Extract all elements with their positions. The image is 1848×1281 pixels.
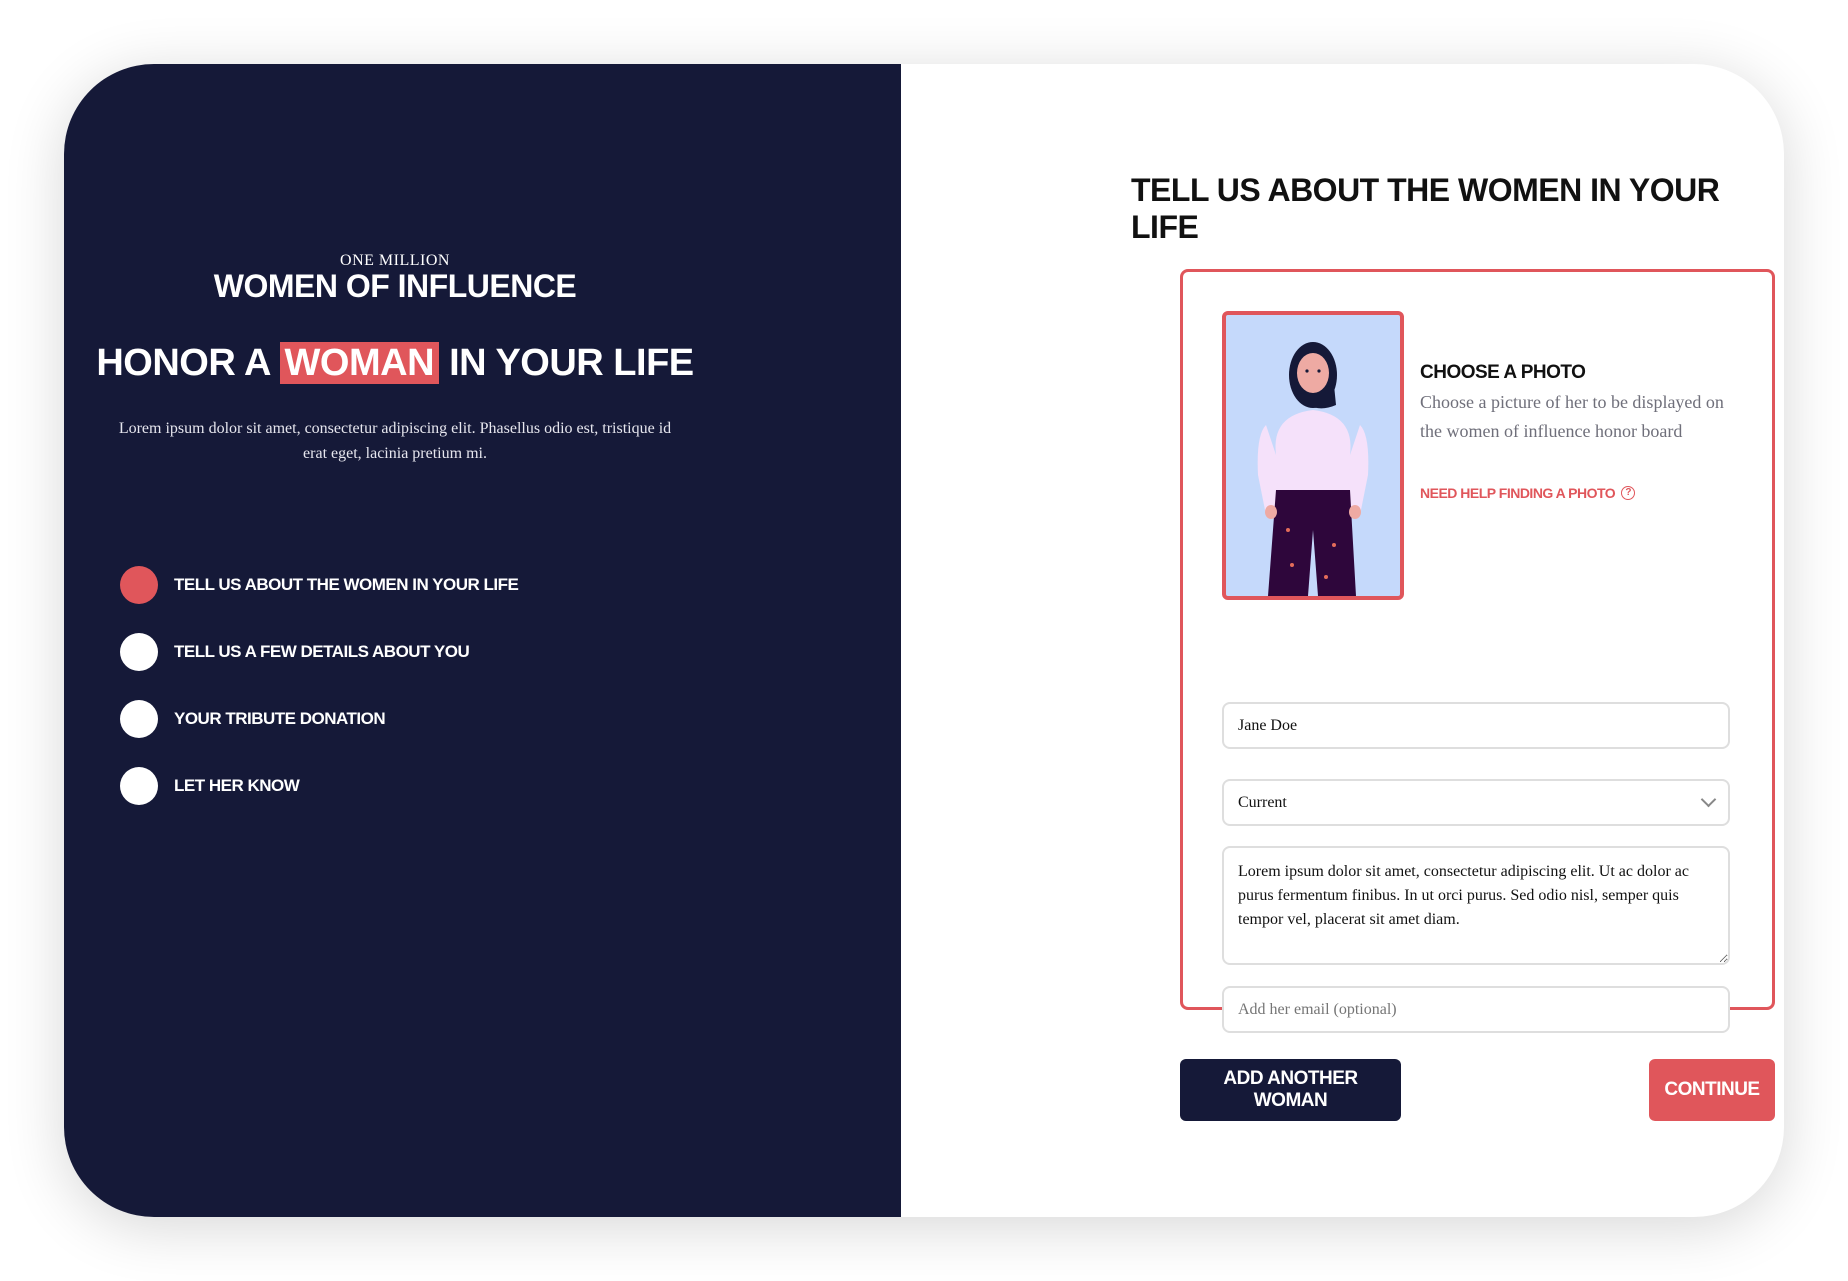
status-select-value: Current xyxy=(1238,793,1287,811)
step-label: LET HER KNOW xyxy=(174,776,300,795)
main-panel: TELL US ABOUT THE WOMEN IN YOUR LIFE CHO… xyxy=(901,64,1784,1217)
step-indicator-active xyxy=(120,566,158,604)
photo-title: CHOOSE A PHOTO xyxy=(1420,362,1586,383)
step-indicator xyxy=(120,767,158,805)
chevron-down-icon xyxy=(1700,791,1717,808)
page-title: TELL US ABOUT THE WOMEN IN YOUR LIFE xyxy=(1131,172,1720,245)
hero-highlight: WOMAN xyxy=(279,342,440,384)
status-select[interactable]: Current xyxy=(1222,779,1730,826)
step-label: TELL US ABOUT THE WOMEN IN YOUR LIFE xyxy=(174,575,519,594)
step-indicator xyxy=(120,700,158,738)
photo-help-link[interactable]: NEED HELP FINDING A PHOTO? xyxy=(1420,485,1636,501)
sidebar-panel: ONE MILLION WOMEN OF INFLUENCE HONOR A W… xyxy=(64,64,901,1217)
step-item-2[interactable]: TELL US A FEW DETAILS ABOUT YOU xyxy=(120,633,518,671)
step-label: YOUR TRIBUTE DONATION xyxy=(174,709,386,728)
step-label: TELL US A FEW DETAILS ABOUT YOU xyxy=(174,642,470,661)
question-circle-icon: ? xyxy=(1621,486,1636,500)
photo-picker[interactable] xyxy=(1222,311,1404,600)
intro-text: Lorem ipsum dolor sit amet, consectetur … xyxy=(118,420,672,462)
email-input[interactable] xyxy=(1222,986,1730,1033)
step-item-3[interactable]: YOUR TRIBUTE DONATION xyxy=(120,700,518,738)
continue-button[interactable]: CONTINUE xyxy=(1649,1059,1775,1121)
app-card: ONE MILLION WOMEN OF INFLUENCE HONOR A W… xyxy=(64,64,1784,1217)
add-another-woman-button[interactable]: ADD ANOTHER WOMAN xyxy=(1180,1059,1401,1121)
name-input[interactable] xyxy=(1222,702,1730,749)
step-item-1[interactable]: TELL US ABOUT THE WOMEN IN YOUR LIFE xyxy=(120,566,519,604)
woman-form: CHOOSE A PHOTO Choose a picture of her t… xyxy=(1180,269,1775,1033)
photo-help-label: NEED HELP FINDING A PHOTO xyxy=(1420,485,1616,501)
brand-logo: WOMEN OF INFLUENCE xyxy=(213,268,577,304)
hero-before: HONOR A xyxy=(96,342,270,384)
story-textarea[interactable]: Lorem ipsum dolor sit amet, consectetur … xyxy=(1222,846,1730,965)
hero-heading: HONOR A WOMAN IN YOUR LIFE xyxy=(64,342,726,385)
woman-illustration-icon xyxy=(1257,342,1369,596)
step-list: TELL US ABOUT THE WOMEN IN YOUR LIFE TEL… xyxy=(120,566,519,834)
hero-after: IN YOUR LIFE xyxy=(449,342,694,384)
photo-description: Choose a picture of her to be displayed … xyxy=(1420,392,1724,441)
step-indicator xyxy=(120,633,158,671)
step-item-4[interactable]: LET HER KNOW xyxy=(120,767,518,805)
